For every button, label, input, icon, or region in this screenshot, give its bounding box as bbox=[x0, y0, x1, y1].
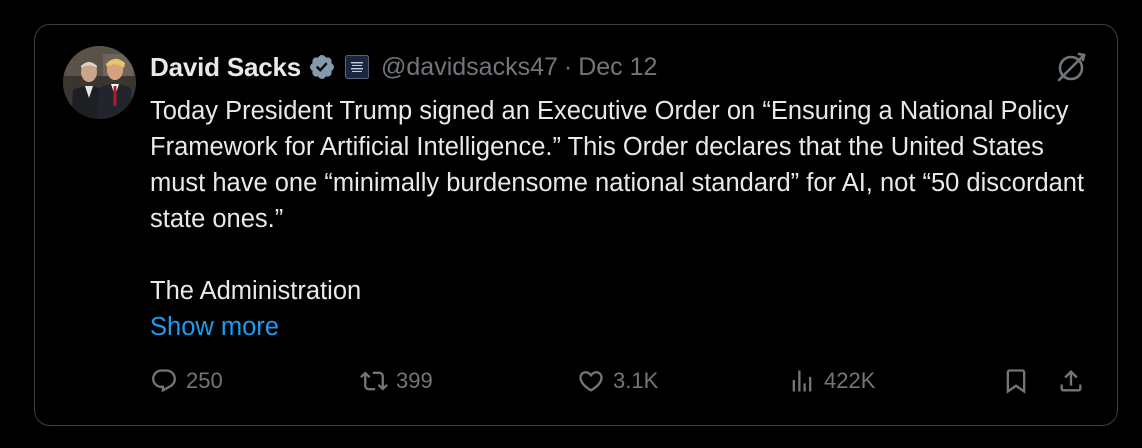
like-count: 3.1K bbox=[613, 368, 659, 393]
tweet-text: Today President Trump signed an Executiv… bbox=[150, 93, 1100, 345]
show-more-link[interactable]: Show more bbox=[150, 309, 279, 345]
white-house-badge-icon[interactable] bbox=[345, 55, 370, 79]
tweet-date[interactable]: Dec 12 bbox=[578, 53, 657, 82]
repost-icon bbox=[360, 371, 388, 391]
views-button[interactable]: 422K bbox=[788, 367, 875, 395]
avatar-photo bbox=[63, 46, 136, 119]
bookmark-icon bbox=[1006, 369, 1026, 394]
reply-button[interactable]: 250 bbox=[150, 367, 223, 395]
share-button[interactable] bbox=[1057, 367, 1085, 395]
repost-count: 399 bbox=[396, 368, 433, 393]
grok-icon[interactable] bbox=[1053, 49, 1089, 85]
header-separator: · bbox=[563, 52, 573, 81]
author-handle[interactable]: @davidsacks47 bbox=[381, 53, 558, 82]
views-icon bbox=[792, 370, 812, 392]
share-icon bbox=[1060, 370, 1082, 392]
avatar[interactable] bbox=[63, 46, 136, 119]
heart-icon bbox=[579, 371, 603, 392]
tweet-header: David Sacks @davidsacks47 · Dec 12 bbox=[150, 47, 657, 87]
reply-count: 250 bbox=[186, 368, 223, 393]
verified-badge-icon[interactable] bbox=[308, 53, 336, 81]
like-button[interactable]: 3.1K bbox=[577, 367, 658, 395]
reply-icon bbox=[152, 369, 176, 393]
tweet-paragraph-2: The Administration bbox=[150, 277, 362, 305]
bookmark-button[interactable] bbox=[1002, 367, 1030, 395]
repost-button[interactable]: 399 bbox=[360, 367, 433, 395]
tweet-paragraph-1: Today President Trump signed an Executiv… bbox=[150, 97, 1085, 233]
tweet-card[interactable]: David Sacks @davidsacks47 · Dec 12 Today… bbox=[34, 24, 1118, 426]
author-name[interactable]: David Sacks bbox=[150, 52, 301, 83]
views-count: 422K bbox=[824, 368, 876, 393]
tweet-actions: 250 399 3.1K 422K bbox=[150, 367, 1090, 403]
